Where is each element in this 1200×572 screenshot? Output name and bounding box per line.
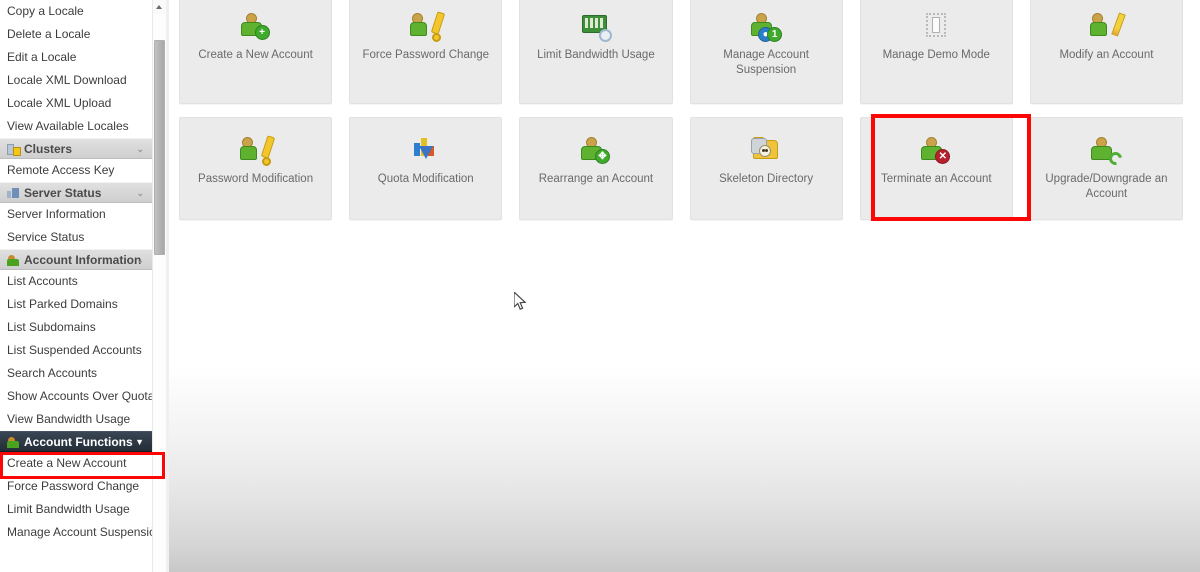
force-password-icon	[409, 11, 445, 42]
upgrade-downgrade-icon	[1090, 136, 1125, 168]
modify-account-icon	[1090, 12, 1127, 42]
tile-upgrade-downgrade-an-account[interactable]: Upgrade/Downgrade an Account	[1029, 117, 1184, 220]
sidebar-item-limit-bandwidth-usage[interactable]: Limit Bandwidth Usage	[0, 498, 152, 521]
sidebar-scrollbar[interactable]	[152, 0, 166, 572]
chevron-down-icon[interactable]: ▼	[135, 432, 144, 451]
sidebar-item-delete-a-locale[interactable]: Delete a Locale	[0, 23, 152, 46]
tile-label: Create a New Account	[198, 49, 313, 61]
account-functions-icon	[7, 436, 20, 448]
tile-password-modification[interactable]: Password Modification	[179, 117, 333, 220]
tile-rearrange-an-account[interactable]: ✥ Rearrange an Account	[519, 117, 673, 220]
sidebar-section-label: Account Information	[24, 253, 142, 267]
app-window: Copy a Locale Delete a Locale Edit a Local…	[0, 0, 1200, 572]
mouse-pointer-icon	[513, 290, 528, 312]
chevron-collapse-icon[interactable]: ⌄	[136, 250, 144, 269]
tile-label: Quota Modification	[377, 173, 474, 185]
tile-label: Password Modification	[198, 173, 314, 185]
sidebar-item-show-accounts-over-quota[interactable]: Show Accounts Over Quota	[0, 385, 152, 408]
chevron-collapse-icon[interactable]: ⌄	[136, 183, 144, 202]
terminate-account-icon: ✕	[920, 136, 952, 166]
chevron-collapse-icon[interactable]: ⌄	[136, 139, 144, 158]
rearrange-account-icon: ✥	[580, 136, 612, 166]
sidebar-item-list-parked-domains[interactable]: List Parked Domains	[0, 293, 152, 316]
tile-label: Upgrade/Downgrade an Account	[1045, 173, 1168, 200]
tile-label: Rearrange an Account	[538, 173, 654, 185]
demo-mode-icon	[920, 12, 952, 42]
tile-label: Terminate an Account	[880, 173, 992, 185]
sidebar-navigation: Copy a Locale Delete a Locale Edit a Local…	[0, 0, 152, 572]
limit-bandwidth-icon	[580, 12, 612, 42]
tile-create-a-new-account[interactable]: + Create a New Account	[179, 0, 333, 104]
sidebar-edge-divider	[166, 0, 169, 572]
tile-manage-demo-mode[interactable]: Manage Demo Mode	[859, 0, 1013, 104]
sidebar-item-locale-xml-upload[interactable]: Locale XML Upload	[0, 92, 152, 115]
sidebar-item-view-available-locales[interactable]: View Available Locales	[0, 115, 152, 138]
tile-limit-bandwidth-usage[interactable]: Limit Bandwidth Usage	[519, 0, 673, 104]
sidebar-section-clusters[interactable]: Clusters ⌄	[0, 138, 152, 159]
cluster-icon	[7, 143, 21, 156]
sidebar-section-label: Server Status	[24, 186, 102, 200]
manage-suspension-icon: ● 1	[750, 12, 783, 42]
sidebar-section-account-information[interactable]: Account Information ⌄	[0, 249, 152, 270]
tile-label: Force Password Change	[362, 49, 490, 61]
sidebar-section-label: Account Functions	[24, 435, 133, 449]
tile-label: Skeleton Directory	[719, 173, 814, 185]
sidebar-item-list-subdomains[interactable]: List Subdomains	[0, 316, 152, 339]
sidebar-item-force-password-change[interactable]: Force Password Change	[0, 475, 152, 498]
tile-manage-account-suspension[interactable]: ● 1 Manage Account Suspension	[689, 0, 843, 104]
sidebar-item-list-accounts[interactable]: List Accounts	[0, 270, 152, 293]
scrollbar-thumb[interactable]	[154, 40, 165, 255]
sidebar-item-create-a-new-account[interactable]: Create a New Account	[0, 452, 152, 475]
tile-label: Manage Demo Mode	[882, 49, 990, 61]
sidebar-item-manage-account-suspension[interactable]: Manage Account Suspension	[0, 521, 152, 544]
tile-label: Modify an Account	[1059, 49, 1154, 61]
sidebar-item-list: Copy a Locale Delete a Locale Edit a Local…	[0, 0, 152, 544]
tile-force-password-change[interactable]: Force Password Change	[349, 0, 503, 104]
account-info-icon	[7, 254, 20, 266]
sidebar-section-account-functions[interactable]: Account Functions ▼	[0, 431, 152, 452]
sidebar-item-list-suspended-accounts[interactable]: List Suspended Accounts	[0, 339, 152, 362]
sidebar-section-server-status[interactable]: Server Status ⌄	[0, 182, 152, 203]
skeleton-directory-icon	[750, 136, 782, 166]
sidebar-item-view-bandwidth-usage[interactable]: View Bandwidth Usage	[0, 408, 152, 431]
sidebar-item-copy-a-locale[interactable]: Copy a Locale	[0, 0, 152, 23]
feature-tile-grid: + Create a New Account Force Password Chan…	[179, 0, 1200, 220]
sidebar-item-remote-access-key[interactable]: Remote Access Key	[0, 159, 152, 182]
sidebar-section-label: Clusters	[24, 142, 73, 156]
tile-label: Limit Bandwidth Usage	[537, 49, 655, 61]
sidebar-item-edit-a-locale[interactable]: Edit a Locale	[0, 46, 152, 69]
tile-row-two: Password Modification Quota Modification ✥…	[179, 117, 1200, 220]
sidebar-item-service-status[interactable]: Service Status	[0, 226, 152, 249]
tile-terminate-an-account[interactable]: ✕ Terminate an Account	[859, 117, 1013, 220]
password-modification-icon	[239, 135, 275, 166]
sidebar-item-search-accounts[interactable]: Search Accounts	[0, 362, 152, 385]
tile-label: Manage Account Suspension	[723, 49, 809, 76]
create-account-icon: +	[240, 12, 272, 42]
scroll-up-arrow-icon[interactable]	[153, 0, 166, 14]
quota-modification-icon	[410, 136, 442, 166]
sidebar-item-locale-xml-download[interactable]: Locale XML Download	[0, 69, 152, 92]
tile-quota-modification[interactable]: Quota Modification	[349, 117, 503, 220]
tile-skeleton-directory[interactable]: Skeleton Directory	[689, 117, 843, 220]
tile-modify-an-account[interactable]: Modify an Account	[1029, 0, 1184, 104]
tile-row-one: + Create a New Account Force Password Chan…	[179, 0, 1200, 104]
main-content-area: + Create a New Account Force Password Chan…	[169, 0, 1200, 572]
server-status-icon	[7, 187, 20, 199]
sidebar-item-server-information[interactable]: Server Information	[0, 203, 152, 226]
